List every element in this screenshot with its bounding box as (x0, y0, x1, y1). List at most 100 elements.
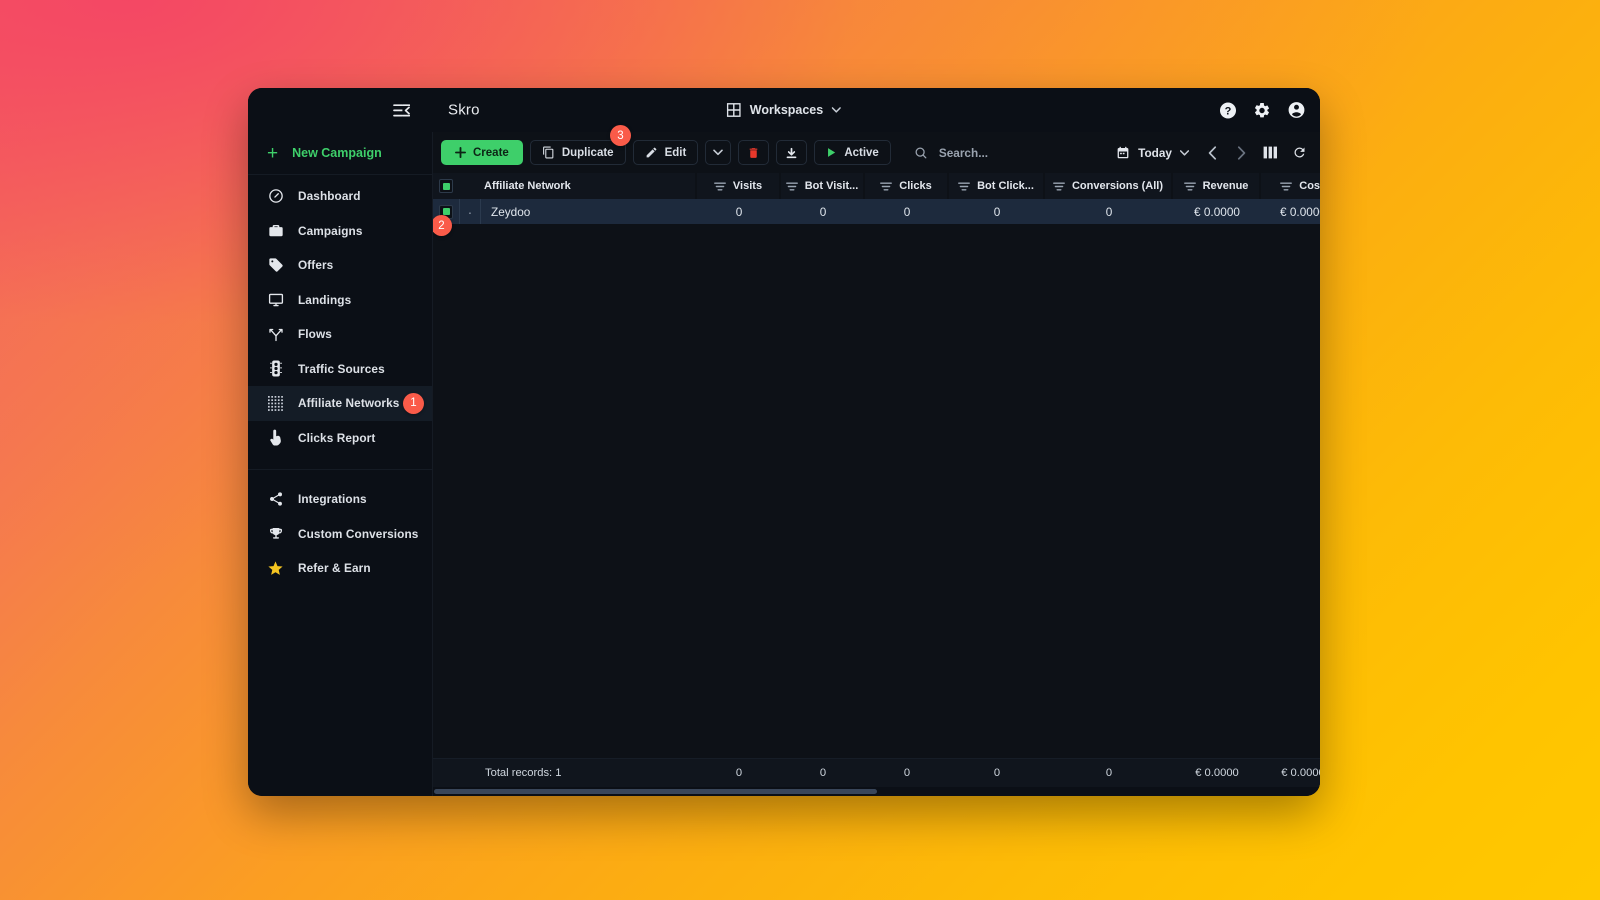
footer-conversions: 0 (1105, 767, 1113, 779)
column-header-label: Visits (732, 180, 763, 192)
next-period-button[interactable] (1229, 141, 1253, 165)
create-button[interactable]: Create (441, 140, 523, 165)
sidebar-item-campaigns[interactable]: Campaigns (248, 214, 432, 249)
filter-icon[interactable] (958, 182, 970, 191)
previous-period-button[interactable] (1200, 141, 1224, 165)
refresh-button[interactable] (1287, 141, 1311, 165)
column-header-conversions[interactable]: Conversions (All) (1045, 173, 1173, 199)
edit-button[interactable]: Edit (632, 140, 699, 165)
row-cell-conversions: 0 (1045, 199, 1173, 224)
sidebar-item-label: Clicks Report (298, 430, 376, 445)
sidebar-item-custom-conversions[interactable]: Custom Conversions (248, 517, 432, 552)
sidebar-item-label: Flows (298, 327, 332, 342)
sidebar-item-traffic-sources[interactable]: Traffic Sources (248, 352, 432, 387)
table-row[interactable]: · Zeydoo 0 0 0 0 0 € 0.0000 € 0.000 2 (433, 199, 1320, 236)
app-window: Skro Workspaces ? + New Campaign Dashboa… (248, 88, 1320, 796)
column-header-label: Bot Visit... (804, 180, 859, 192)
new-campaign-label: New Campaign (292, 146, 382, 160)
column-header-bot-visits[interactable]: Bot Visit... (781, 173, 865, 199)
delete-button[interactable] (738, 140, 770, 165)
help-circle-icon[interactable]: ? (1219, 101, 1237, 119)
row-cell-visits: 0 (697, 199, 781, 224)
sidebar-divider (248, 469, 432, 470)
sidebar-item-integrations[interactable]: Integrations (248, 482, 432, 517)
column-header-label: Bot Click... (977, 180, 1034, 192)
sidebar-item-affiliate-networks[interactable]: Affiliate Networks 1 (248, 386, 432, 421)
duplicate-button[interactable]: Duplicate (529, 140, 626, 165)
footer-total-records: Total records: 1 (485, 767, 562, 779)
footer-revenue: € 0.0000 (1195, 767, 1239, 779)
horizontal-scrollbar[interactable] (433, 787, 1320, 796)
sidebar-item-landings[interactable]: Landings (248, 283, 432, 318)
create-label: Create (473, 146, 509, 159)
download-icon (785, 146, 798, 160)
search-box[interactable] (914, 144, 1104, 161)
sidebar-item-dashboard[interactable]: Dashboard (248, 179, 432, 214)
account-circle-icon[interactable] (1287, 101, 1306, 120)
monitor-icon (267, 291, 284, 308)
columns-button[interactable] (1258, 141, 1282, 165)
workspaces-selector[interactable]: Workspaces (726, 103, 842, 117)
active-filter-button[interactable]: Active (814, 140, 891, 165)
column-header-revenue[interactable]: Revenue (1173, 173, 1261, 199)
collapse-sidebar-icon[interactable] (390, 99, 412, 121)
calendar-icon (1116, 146, 1130, 160)
filter-icon[interactable] (714, 182, 726, 191)
row-cell-bot-clicks: 0 (949, 199, 1045, 224)
sidebar-item-label: Offers (298, 258, 334, 273)
sidebar: + New Campaign Dashboard Campaigns Offer… (248, 132, 432, 796)
workspaces-grid-icon (726, 103, 741, 117)
column-header-cost[interactable]: Cost (1261, 173, 1320, 199)
duplicate-label: Duplicate (561, 146, 614, 159)
filter-icon[interactable] (880, 182, 893, 191)
select-all-header[interactable] (433, 173, 459, 199)
filter-icon[interactable] (1183, 182, 1196, 191)
footer-cost: € 0.0000 (1281, 767, 1320, 779)
gear-icon[interactable] (1253, 101, 1271, 119)
sidebar-item-refer-and-earn[interactable]: Refer & Earn (248, 551, 432, 586)
filter-icon[interactable] (1280, 182, 1293, 191)
sidebar-item-offers[interactable]: Offers (248, 248, 432, 283)
row-expander-icon[interactable]: · (459, 199, 481, 224)
footer-clicks: 0 (903, 767, 911, 779)
workspaces-label: Workspaces (749, 103, 824, 117)
sidebar-item-label: Affiliate Networks (298, 396, 400, 411)
cell-value: € 0.0000 (1194, 204, 1240, 219)
row-cell-bot-visits: 0 (781, 199, 865, 224)
row-name-cell: · Zeydoo (459, 199, 697, 224)
row-name-label: Zeydoo (491, 204, 531, 219)
grid-footer-totals: Total records: 1 0 0 0 0 0 € 0.0000 € 0.… (433, 758, 1320, 787)
speedometer-icon (267, 188, 284, 205)
column-header-bot-clicks[interactable]: Bot Click... (949, 173, 1045, 199)
plus-icon (455, 147, 466, 158)
filter-icon[interactable] (785, 182, 798, 191)
chevron-down-icon (1180, 149, 1189, 156)
sidebar-item-label: Integrations (298, 492, 367, 507)
column-header-visits[interactable]: Visits (697, 173, 781, 199)
date-range-picker[interactable]: Today (1110, 146, 1195, 160)
scrollbar-thumb[interactable] (434, 789, 877, 794)
annotation-badge-3: 3 (610, 125, 631, 146)
sidebar-item-clicks-report[interactable]: Clicks Report (248, 421, 432, 456)
top-bar: Skro Workspaces ? (248, 88, 1320, 132)
main-panel: Create Duplicate Edit Active 3 Search...… (432, 125, 1320, 796)
edit-dropdown-button[interactable] (705, 140, 732, 165)
cell-value: 0 (993, 204, 1001, 219)
sidebar-item-flows[interactable]: Flows (248, 317, 432, 352)
trophy-icon (267, 525, 284, 542)
filter-icon[interactable] (1053, 182, 1065, 191)
pencil-icon (645, 146, 658, 159)
row-cell-revenue: € 0.0000 (1173, 199, 1261, 224)
column-header-name[interactable]: Affiliate Network (459, 173, 697, 199)
row-cell-clicks: 0 (865, 199, 949, 224)
column-header-label: Clicks (899, 180, 932, 192)
search-input[interactable] (936, 144, 1104, 161)
select-all-checkbox[interactable] (439, 179, 453, 193)
column-header-clicks[interactable]: Clicks (865, 173, 949, 199)
column-header-label: Revenue (1202, 180, 1249, 192)
window-body: + New Campaign Dashboard Campaigns Offer… (248, 125, 1320, 796)
download-button[interactable] (776, 140, 808, 165)
column-header-label: Affiliate Network (484, 180, 571, 192)
cell-value: 0 (1105, 204, 1113, 219)
new-campaign-button[interactable]: + New Campaign (248, 132, 432, 175)
